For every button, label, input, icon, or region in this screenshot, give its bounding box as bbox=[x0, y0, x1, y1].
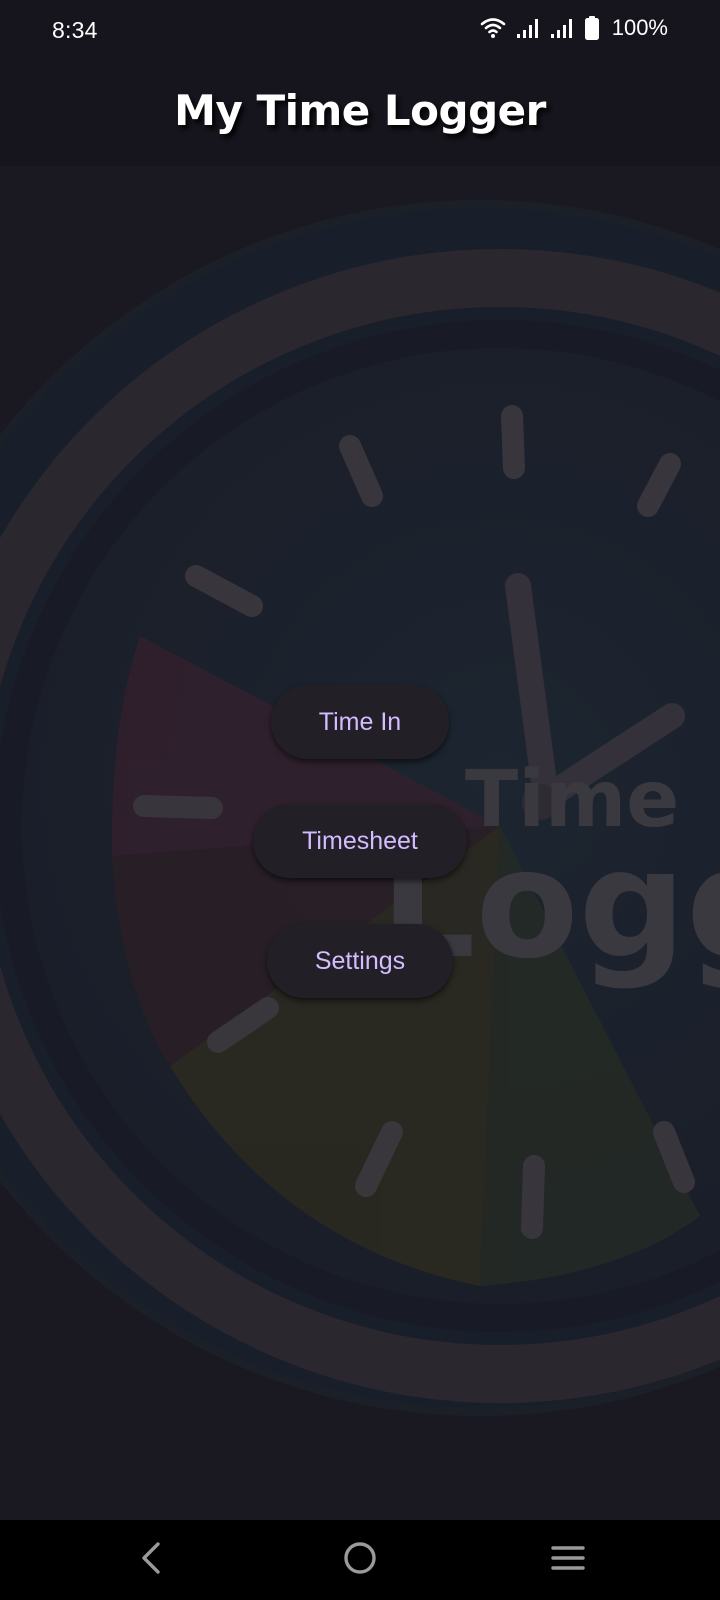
signal-icon bbox=[550, 17, 574, 39]
wifi-icon bbox=[480, 17, 506, 39]
back-button[interactable] bbox=[128, 1536, 176, 1584]
app-bar: My Time Logger bbox=[0, 62, 720, 166]
status-icons: 100% bbox=[480, 15, 668, 41]
back-icon bbox=[138, 1541, 166, 1579]
battery-percent: 100% bbox=[611, 15, 668, 40]
time-in-button[interactable]: Time In bbox=[271, 685, 449, 759]
status-time: 8:34 bbox=[52, 17, 98, 43]
home-icon bbox=[342, 1540, 378, 1580]
settings-button[interactable]: Settings bbox=[267, 924, 453, 998]
main-content: Time Logger Time In Timesheet Settings bbox=[0, 166, 720, 1520]
status-bar: 8:34 100% bbox=[0, 0, 720, 62]
home-button[interactable] bbox=[336, 1536, 384, 1584]
app-title: My Time Logger bbox=[174, 86, 546, 135]
recents-button[interactable] bbox=[544, 1536, 592, 1584]
signal-icon bbox=[516, 17, 540, 39]
system-nav-bar bbox=[0, 1520, 720, 1600]
recents-icon bbox=[550, 1543, 586, 1577]
app-screen: 8:34 100% My Time Logger Time Log Time I… bbox=[0, 0, 720, 1600]
battery-icon bbox=[584, 16, 600, 40]
timesheet-button[interactable]: Timesheet bbox=[253, 804, 467, 878]
